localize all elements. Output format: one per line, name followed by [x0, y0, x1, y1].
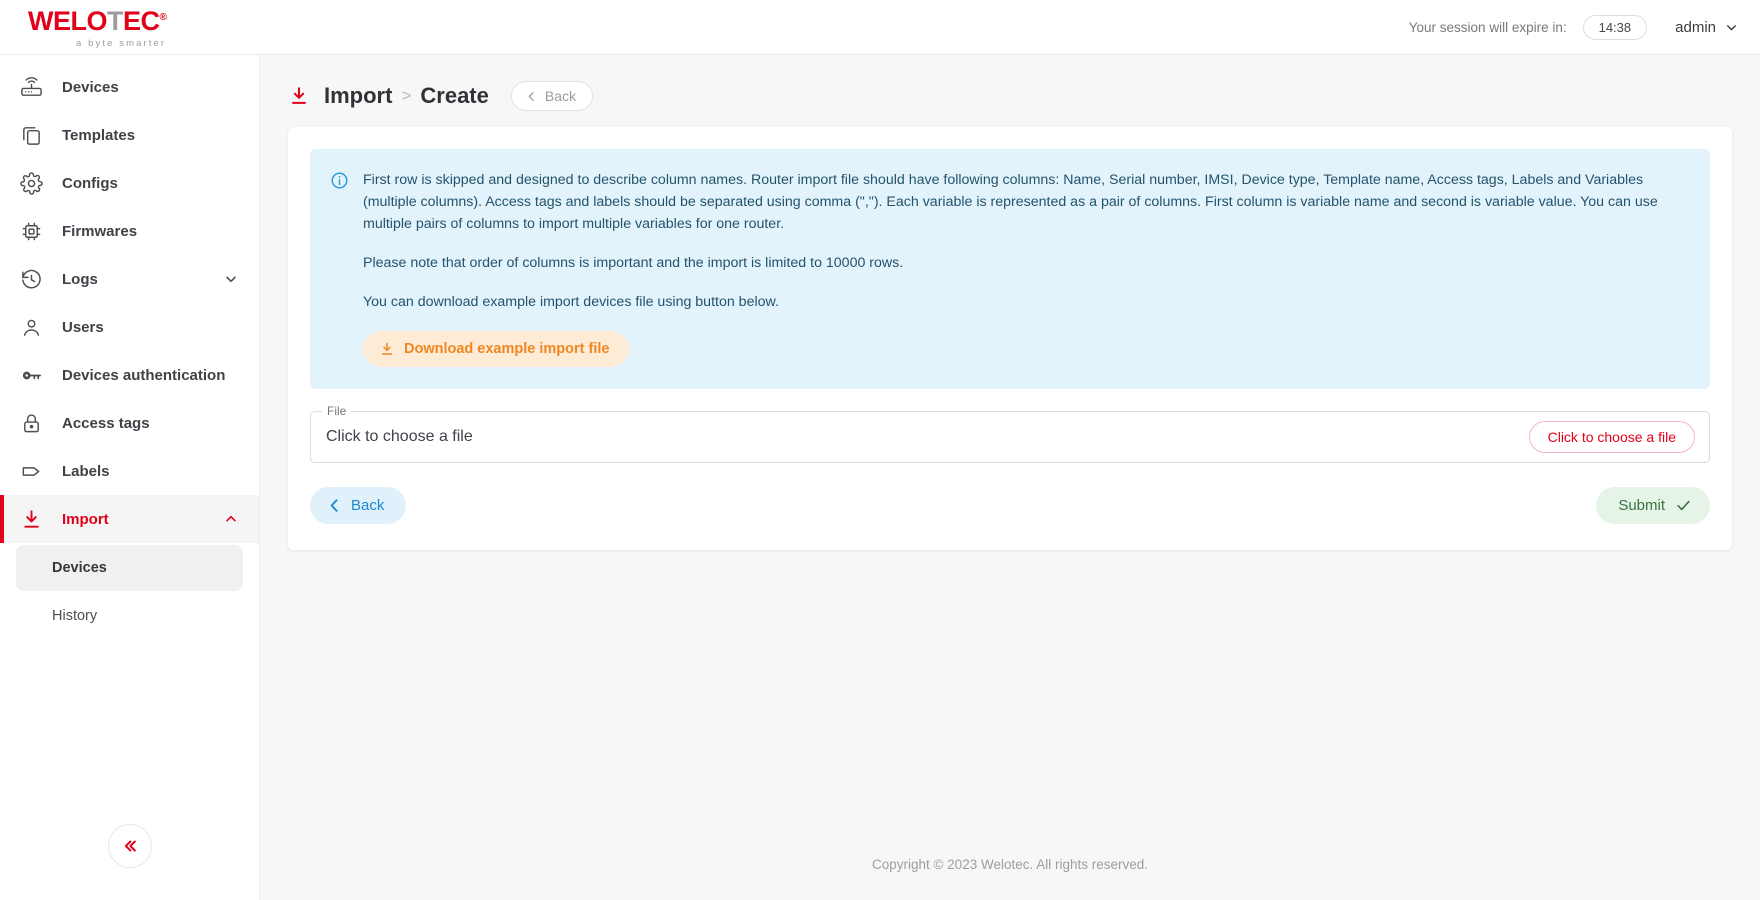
import-download-icon — [288, 85, 310, 107]
chevron-down-icon[interactable] — [223, 271, 239, 287]
sidebar-item-devices[interactable]: Devices — [0, 63, 259, 111]
sidebar-item-label: Import — [62, 510, 109, 528]
logo-tagline: a byte smarter — [76, 37, 167, 49]
history-clock-icon — [0, 268, 62, 291]
header-right-group: Your session will expire in: 14:38 admin — [1408, 14, 1738, 40]
sidebar-item-label: Templates — [62, 126, 136, 144]
tag-icon — [0, 460, 62, 483]
info-paragraph: Please note that order of columns is imp… — [363, 255, 904, 271]
double-chevron-left-icon — [121, 837, 139, 855]
back-button-label: Back — [351, 497, 385, 514]
logo-wordmark: WELOTEC® — [28, 5, 167, 36]
info-circle-icon — [330, 169, 349, 367]
app-root: WELOTEC® a byte smarter Your session wil… — [0, 0, 1760, 900]
sidebar-item-label: Logs — [62, 270, 98, 288]
file-input-field[interactable]: File Click to choose a file Click to cho… — [310, 404, 1710, 463]
sidebar-item-devices-authentication[interactable]: Devices authentication — [0, 351, 259, 399]
info-panel-text: First row is skipped and designed to des… — [363, 169, 1688, 367]
sidebar-item-logs[interactable]: Logs — [0, 255, 259, 303]
logo-registered-mark: ® — [159, 11, 167, 23]
sidebar-item-label: Devices authentication — [62, 366, 226, 384]
sidebar-item-firmwares[interactable]: Firmwares — [0, 207, 259, 255]
form-actions: Back Submit — [310, 487, 1710, 524]
sidebar-item-templates[interactable]: Templates — [0, 111, 259, 159]
chevron-left-icon — [326, 497, 343, 514]
chevron-down-icon — [1725, 21, 1738, 34]
sidebar-subitem-history[interactable]: History — [16, 593, 243, 639]
sidebar-subitem-label: Devices — [52, 560, 107, 576]
sidebar-item-labels[interactable]: Labels — [0, 447, 259, 495]
file-input-value: Click to choose a file — [326, 428, 473, 445]
key-icon — [0, 364, 62, 387]
sidebar-item-users[interactable]: Users — [0, 303, 259, 351]
user-icon — [0, 316, 62, 339]
download-example-file-label: Download example import file — [404, 341, 610, 357]
choose-file-button[interactable]: Click to choose a file — [1528, 421, 1695, 453]
gear-icon — [0, 171, 62, 195]
session-expiry-label: Your session will expire in: — [1408, 19, 1567, 35]
router-icon — [0, 76, 62, 99]
back-button[interactable]: Back — [310, 487, 407, 524]
header-back-label: Back — [544, 88, 576, 104]
chevron-left-icon — [525, 90, 538, 103]
header-back-button[interactable]: Back — [510, 81, 593, 111]
chevron-up-icon[interactable] — [223, 511, 239, 527]
submit-button-label: Submit — [1618, 497, 1665, 514]
logo-part-3: EC — [123, 5, 160, 36]
sidebar-item-import[interactable]: Import — [0, 495, 259, 543]
import-create-card: First row is skipped and designed to des… — [288, 127, 1732, 550]
sidebar-subitem-label: History — [52, 608, 98, 624]
info-paragraph: You can download example import devices … — [363, 294, 779, 310]
sidebar-item-label: Configs — [62, 174, 118, 192]
info-paragraph: First row is skipped and designed to des… — [363, 172, 1658, 232]
submit-button[interactable]: Submit — [1596, 487, 1710, 524]
body-region: Devices Templates Configs Firmwares Logs… — [0, 55, 1760, 900]
welotec-logo[interactable]: WELOTEC® a byte smarter — [28, 5, 167, 49]
main-content: Import > Create Back First row is skippe… — [260, 55, 1760, 900]
sidebar-collapse-area — [0, 824, 259, 900]
file-field-legend: File — [322, 404, 352, 418]
top-header: WELOTEC® a byte smarter Your session wil… — [0, 0, 1760, 55]
logo-part-1: WELO — [28, 5, 108, 36]
breadcrumb: Import > Create — [324, 83, 489, 109]
sidebar-item-configs[interactable]: Configs — [0, 159, 259, 207]
breadcrumb-separator: > — [401, 86, 412, 105]
logo-part-accent: T — [107, 5, 124, 36]
admin-label: admin — [1675, 18, 1716, 36]
breadcrumb-current: Create — [420, 83, 489, 108]
chip-icon — [0, 220, 62, 243]
breadcrumb-root[interactable]: Import — [324, 83, 392, 109]
download-icon — [379, 341, 395, 357]
check-icon — [1675, 497, 1692, 514]
sidebar-item-label: Access tags — [62, 414, 150, 432]
admin-menu[interactable]: admin — [1675, 19, 1738, 36]
sidebar-item-label: Labels — [62, 462, 110, 480]
session-timer: 14:38 — [1582, 14, 1648, 40]
page-header: Import > Create Back — [260, 55, 1760, 127]
sidebar-item-label: Users — [62, 318, 104, 336]
download-example-file-button[interactable]: Download example import file — [363, 331, 630, 367]
sidebar-collapse-button[interactable] — [107, 824, 152, 868]
footer-copyright: Copyright © 2023 Welotec. All rights res… — [871, 857, 1149, 872]
lock-icon — [0, 412, 62, 435]
sidebar-nav: Devices Templates Configs Firmwares Logs… — [0, 55, 259, 641]
sidebar: Devices Templates Configs Firmwares Logs… — [0, 55, 260, 900]
sidebar-item-label: Devices — [62, 78, 119, 96]
info-panel: First row is skipped and designed to des… — [310, 149, 1710, 389]
sidebar-item-access-tags[interactable]: Access tags — [0, 399, 259, 447]
sidebar-item-label: Firmwares — [62, 222, 138, 240]
copy-icon — [0, 124, 62, 147]
sidebar-subitem-devices[interactable]: Devices — [16, 545, 243, 591]
download-icon — [0, 508, 62, 531]
